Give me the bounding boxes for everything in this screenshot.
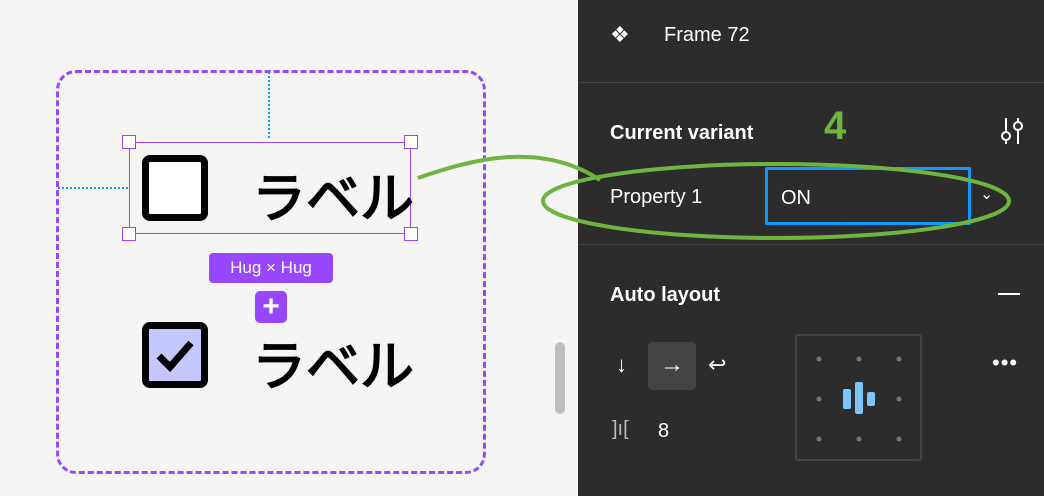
annotation-ellipse [417,154,1011,240]
